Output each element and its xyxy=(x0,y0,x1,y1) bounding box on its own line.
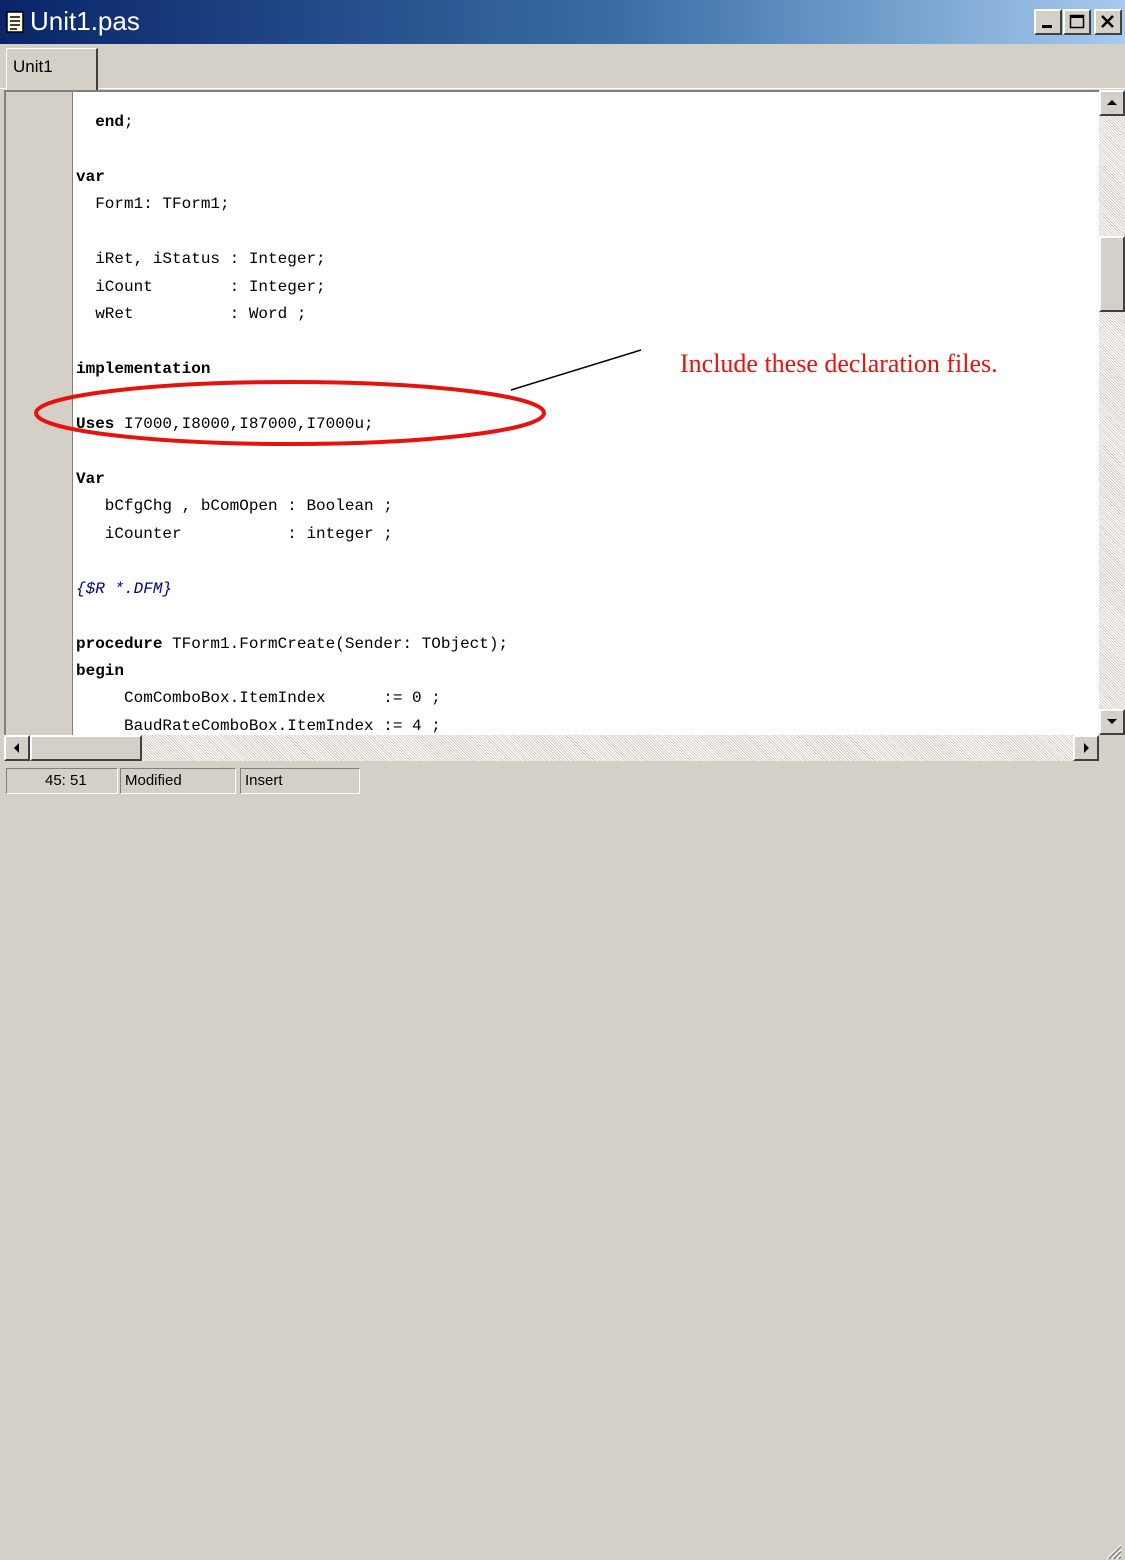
status-bar: 45: 51 Modified Insert xyxy=(0,766,1125,1560)
modified-indicator: Modified xyxy=(120,768,236,794)
scrollbar-corner xyxy=(1099,735,1125,761)
editor-window: Unit1.pas Unit1 end; var Form1: TForm1; i… xyxy=(0,0,1125,1560)
minimize-button[interactable] xyxy=(1034,9,1062,35)
code-text: bCfgChg , bComOpen : Boolean ; xyxy=(76,497,393,516)
tab-strip: Unit1 xyxy=(0,44,1125,90)
code-keyword: begin xyxy=(76,662,125,680)
document-icon xyxy=(6,11,24,33)
scroll-down-arrow-icon xyxy=(1107,719,1117,724)
vertical-scrollbar[interactable] xyxy=(1099,90,1125,735)
code-line[interactable]: ComComboBox.ItemIndex := 0 ; xyxy=(76,687,441,709)
title-bar[interactable]: Unit1.pas xyxy=(0,0,1125,44)
code-line[interactable]: begin xyxy=(76,660,124,682)
code-keyword: implementation xyxy=(76,360,211,379)
code-keyword: Var xyxy=(76,469,105,488)
vertical-scroll-thumb[interactable] xyxy=(1099,236,1125,312)
code-text: TForm1.FormCreate(Sender: TObject); xyxy=(162,634,509,653)
maximize-button[interactable] xyxy=(1063,9,1091,35)
scroll-down-button[interactable] xyxy=(1099,709,1125,735)
scroll-right-arrow-icon xyxy=(1084,743,1089,753)
code-line[interactable]: procedure TForm1.FormCreate(Sender: TObj… xyxy=(76,633,508,655)
code-line[interactable]: bCfgChg , bComOpen : Boolean ; xyxy=(76,495,393,517)
resize-grip-icon[interactable] xyxy=(1102,1540,1122,1560)
code-comment: {$R *.DFM} xyxy=(76,579,173,598)
window-title: Unit1.pas xyxy=(30,6,140,36)
insert-mode-indicator: Insert xyxy=(240,768,360,794)
code-line[interactable]: iCount : Integer; xyxy=(76,276,326,298)
code-line[interactable]: Form1: TForm1; xyxy=(76,193,230,215)
code-keyword: end xyxy=(95,113,125,131)
code-keyword: Uses xyxy=(76,414,115,433)
annotation-text: Include these declaration files. xyxy=(680,349,998,378)
code-line[interactable]: Var xyxy=(76,468,105,490)
horizontal-scroll-thumb[interactable] xyxy=(30,735,142,761)
code-line[interactable]: iCounter : integer ; xyxy=(76,523,393,545)
scroll-up-arrow-icon xyxy=(1107,100,1117,105)
scroll-up-button[interactable] xyxy=(1099,90,1125,116)
code-keyword: procedure xyxy=(76,634,163,653)
code-line[interactable]: {$R *.DFM} xyxy=(76,578,172,600)
code-keyword: var xyxy=(76,167,105,186)
code-editor[interactable]: end; var Form1: TForm1; iRet, iStatus : I… xyxy=(4,90,1099,735)
scroll-right-button[interactable] xyxy=(1073,735,1099,761)
code-area[interactable]: end; var Form1: TForm1; iRet, iStatus : I… xyxy=(76,92,1099,735)
code-line[interactable]: wRet : Word ; xyxy=(76,303,306,325)
code-text: BaudRateComboBox.ItemIndex := 4 ; xyxy=(76,716,441,735)
code-line[interactable]: var xyxy=(76,166,105,188)
minimize-icon xyxy=(1042,25,1052,28)
tab-unit1[interactable]: Unit1 xyxy=(6,48,98,90)
code-text: ; xyxy=(124,113,134,131)
code-text: I7000,I8000,I87000,I7000u; xyxy=(114,414,374,433)
code-text: iCounter : integer ; xyxy=(76,524,393,543)
editor-gutter[interactable] xyxy=(6,92,73,735)
code-text: Form1: TForm1; xyxy=(76,195,230,214)
close-icon xyxy=(1101,15,1114,28)
code-line[interactable]: iRet, iStatus : Integer; xyxy=(76,248,326,270)
close-button[interactable] xyxy=(1094,9,1122,35)
code-line[interactable]: end; xyxy=(76,111,134,133)
horizontal-scrollbar[interactable] xyxy=(4,735,1099,761)
code-text: iRet, iStatus : Integer; xyxy=(76,250,326,269)
code-text: wRet : Word ; xyxy=(76,305,307,324)
code-text: iCount : Integer; xyxy=(76,277,326,296)
code-line[interactable]: implementation xyxy=(76,358,210,380)
cursor-position: 45: 51 xyxy=(6,768,118,794)
code-line[interactable]: BaudRateComboBox.ItemIndex := 4 ; xyxy=(76,715,441,735)
code-text: ComComboBox.ItemIndex := 0 ; xyxy=(76,689,441,708)
scroll-left-arrow-icon xyxy=(14,743,19,753)
maximize-icon xyxy=(1069,14,1085,29)
scroll-left-button[interactable] xyxy=(4,735,30,761)
code-line[interactable]: Uses I7000,I8000,I87000,I7000u; xyxy=(76,413,374,435)
